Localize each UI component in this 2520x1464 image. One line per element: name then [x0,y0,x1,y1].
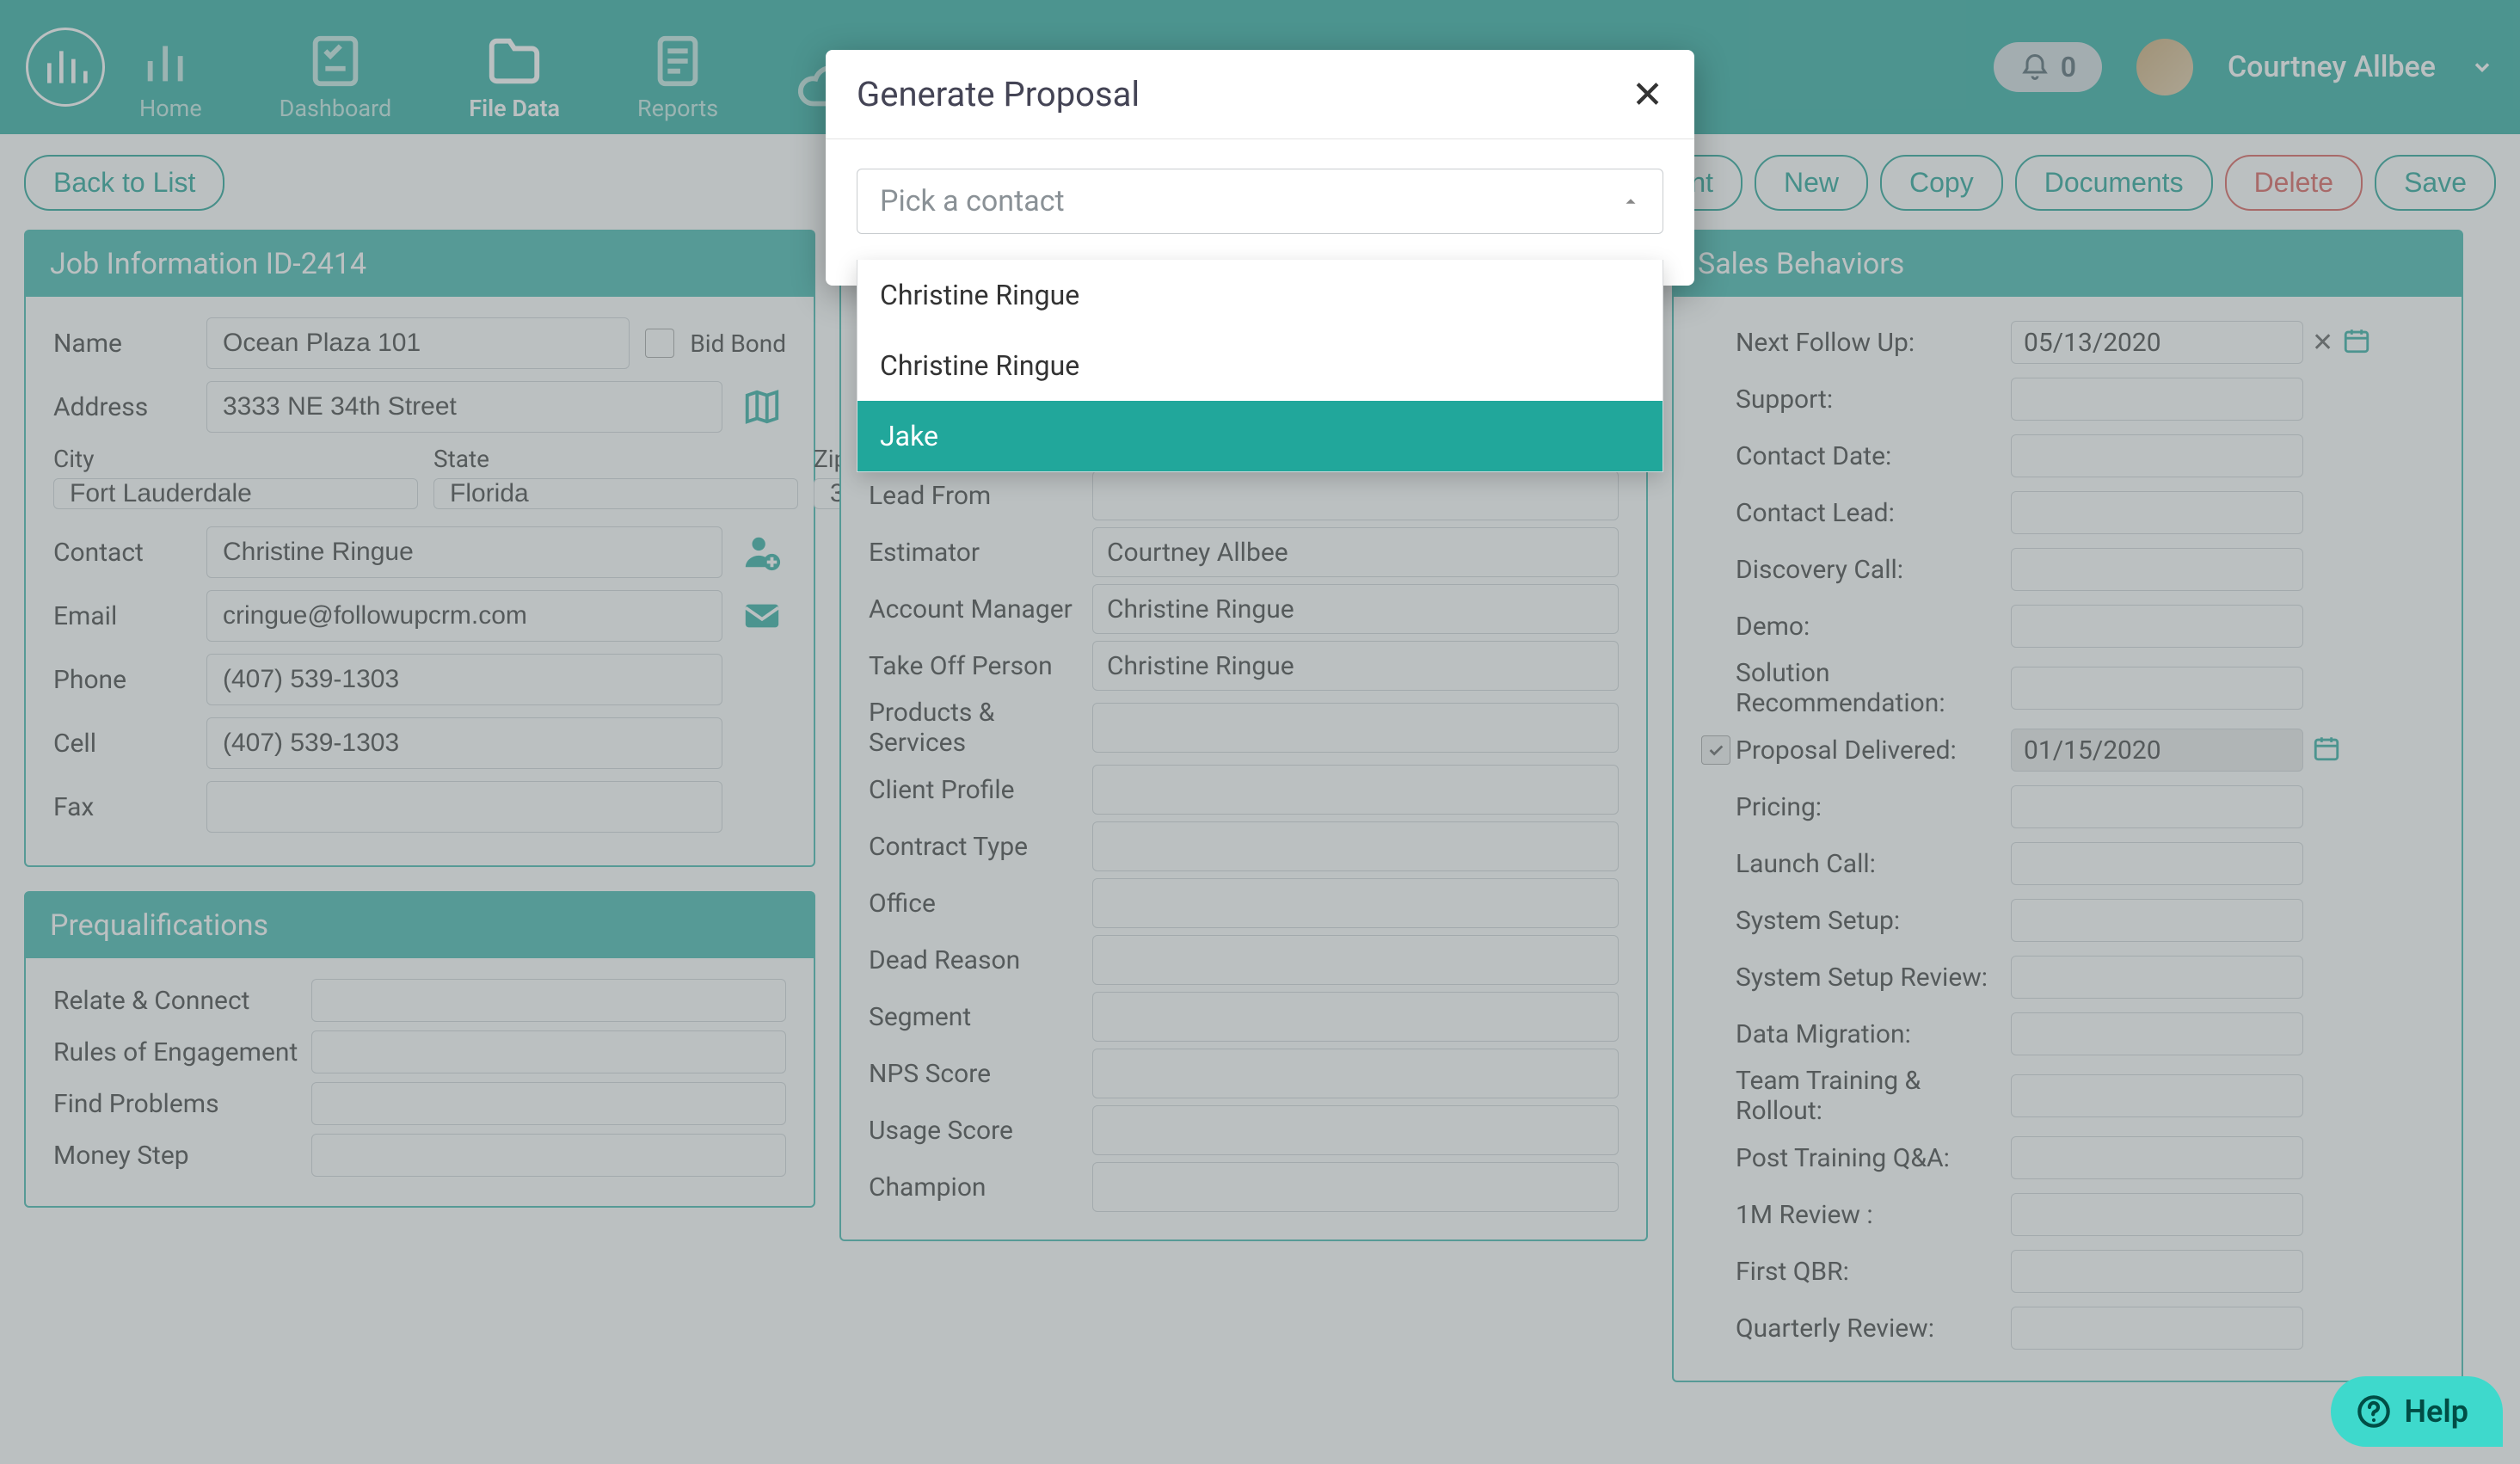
help-circle-icon [2357,1394,2391,1429]
dropdown-placeholder: Pick a contact [880,184,1065,218]
help-label: Help [2405,1393,2468,1430]
contact-dropdown[interactable]: Pick a contact [857,169,1663,234]
close-icon[interactable]: ✕ [1632,76,1663,114]
modal-title: Generate Proposal [857,74,1140,114]
dropdown-option[interactable]: Christine Ringue [857,260,1663,330]
chevron-up-icon [1621,192,1640,211]
dropdown-option[interactable]: Christine Ringue [857,330,1663,401]
generate-proposal-modal: Generate Proposal ✕ Pick a contact Chris… [826,50,1694,286]
dropdown-option[interactable]: Jake [857,401,1663,471]
help-bubble[interactable]: Help [2331,1376,2503,1447]
dropdown-list: Christine RingueChristine RingueJake [857,260,1663,472]
